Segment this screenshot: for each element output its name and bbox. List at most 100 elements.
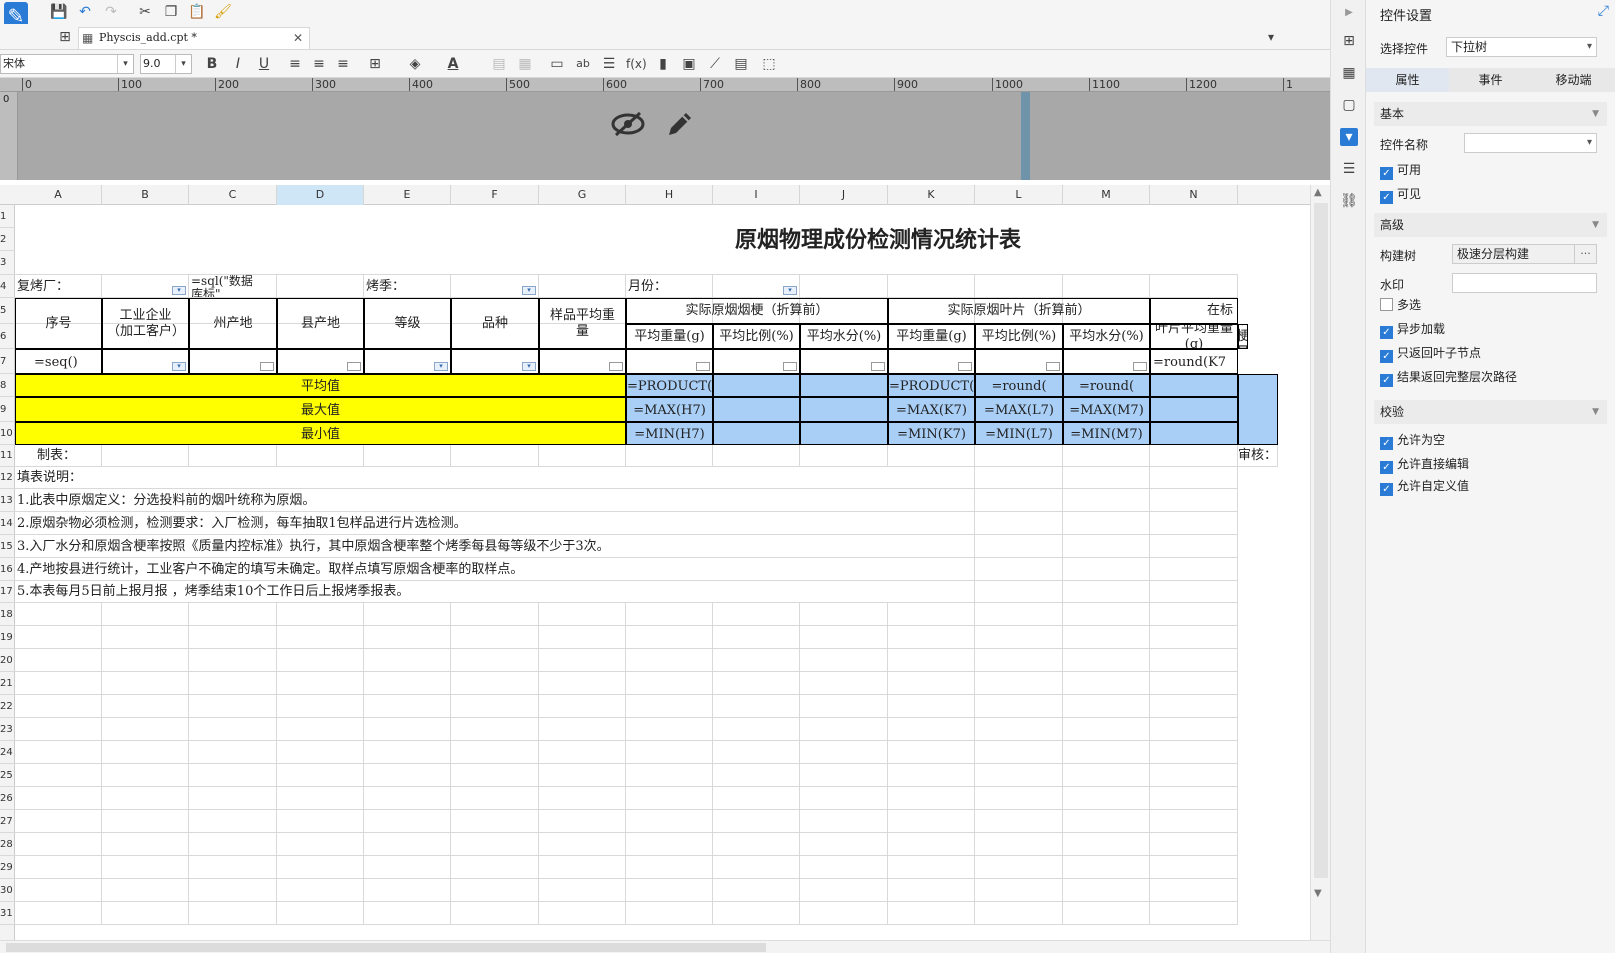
grid-cell[interactable] — [277, 718, 364, 741]
grid-cell[interactable] — [800, 603, 888, 626]
section-validation[interactable]: 校验 ▼ — [1374, 400, 1607, 424]
font-family-select[interactable]: 宋体 ▾ — [0, 54, 134, 74]
grid-cell[interactable] — [975, 833, 1063, 856]
row-header-20[interactable]: 20 — [0, 649, 15, 672]
grid-cell[interactable] — [975, 535, 1063, 558]
dropdown-icon[interactable]: ▾ — [172, 362, 186, 371]
grid-cell[interactable] — [1150, 787, 1238, 810]
grid-cell[interactable] — [102, 718, 189, 741]
grid-cell[interactable] — [15, 718, 102, 741]
align-right-icon[interactable]: ≡ — [334, 55, 352, 73]
grid-cell[interactable] — [539, 445, 626, 467]
grid-cell[interactable] — [189, 718, 277, 741]
grid-cell[interactable] — [277, 856, 364, 879]
copy-icon[interactable]: ❐ — [162, 3, 180, 21]
grid-cell[interactable] — [451, 810, 539, 833]
grid-cell[interactable] — [800, 741, 888, 764]
grid-cell[interactable] — [102, 764, 189, 787]
full-path-checkbox[interactable]: ✓ 结果返回完整层次路径 — [1380, 369, 1517, 387]
maker-label[interactable]: 制表： — [15, 445, 102, 467]
grid-cell[interactable] — [1150, 275, 1238, 298]
grid-cell[interactable] — [975, 489, 1063, 512]
grid-cell[interactable] — [626, 764, 713, 787]
grid-cell[interactable] — [189, 810, 277, 833]
grid-cell[interactable] — [888, 741, 975, 764]
grid-cell[interactable] — [364, 695, 451, 718]
async-load-checkbox[interactable]: ✓ 异步加载 — [1380, 321, 1445, 339]
grid-cell[interactable] — [451, 879, 539, 902]
grid-cell[interactable] — [626, 718, 713, 741]
row-header-24[interactable]: 24 — [0, 741, 15, 764]
grid-cell[interactable] — [1063, 649, 1150, 672]
grid-cell[interactable] — [364, 856, 451, 879]
header-seq[interactable]: 序号 — [15, 298, 102, 349]
stat-i-r9[interactable] — [713, 397, 800, 422]
grid-cell[interactable] — [800, 649, 888, 672]
stat-h-r9[interactable]: =MAX(H7) — [626, 397, 713, 422]
row-header-5[interactable]: 5 — [0, 298, 15, 324]
grid-cell[interactable] — [975, 879, 1063, 902]
grid-cell[interactable] — [189, 649, 277, 672]
grid-cell[interactable] — [975, 626, 1063, 649]
grid-cell[interactable] — [1150, 626, 1238, 649]
grid-cell[interactable] — [15, 879, 102, 902]
grid-cell[interactable] — [1063, 879, 1150, 902]
widget-name-input[interactable]: ▾ — [1464, 133, 1597, 153]
grid-cell[interactable] — [888, 649, 975, 672]
grid-cell[interactable] — [626, 833, 713, 856]
grid-cell[interactable] — [102, 445, 189, 467]
grid-cell[interactable] — [451, 902, 539, 925]
row-header-7[interactable]: 7 — [0, 349, 15, 374]
grid-cell[interactable] — [713, 879, 800, 902]
empty-widget-icon[interactable] — [958, 362, 972, 371]
dropdown-icon[interactable]: ▾ — [522, 362, 536, 371]
stat-k-r10[interactable]: =MIN(K7) — [888, 422, 975, 445]
grid-cell[interactable] — [364, 445, 451, 467]
column-header-e[interactable]: E — [364, 185, 451, 205]
header-i[interactable]: 平均比例(%) — [713, 324, 800, 349]
data-cell-r7[interactable] — [713, 349, 800, 374]
row-header-9[interactable]: 9 — [0, 397, 15, 422]
header-tail-group[interactable]: 在标 — [1150, 298, 1238, 324]
grid-cell[interactable] — [539, 275, 626, 298]
rich-text-icon[interactable]: ☰ — [600, 55, 618, 73]
multi-select-checkbox[interactable]: 多选 — [1380, 297, 1421, 313]
leaf-only-checkbox[interactable]: ✓ 只返回叶子节点 — [1380, 345, 1481, 363]
grid-cell[interactable] — [800, 833, 888, 856]
dropdown-icon[interactable]: ▾ — [783, 286, 797, 295]
grid-cell[interactable] — [451, 718, 539, 741]
grid-cell[interactable] — [102, 649, 189, 672]
grid-cell[interactable] — [888, 672, 975, 695]
grid-cell[interactable] — [800, 787, 888, 810]
grid-cell[interactable] — [364, 833, 451, 856]
grid-cell[interactable] — [975, 741, 1063, 764]
grid-cell[interactable] — [277, 672, 364, 695]
grid-cell[interactable] — [975, 512, 1063, 535]
sub-report-icon[interactable]: ▤ — [732, 55, 750, 73]
enabled-checkbox[interactable]: ✓ 可用 — [1380, 162, 1421, 180]
split-cells-icon[interactable]: ▦ — [516, 55, 534, 73]
dropdown-icon[interactable]: ▾ — [172, 286, 186, 295]
grid-cell[interactable] — [975, 787, 1063, 810]
grid-cell[interactable] — [364, 672, 451, 695]
grid-cell[interactable] — [713, 856, 800, 879]
grid-cell[interactable] — [15, 856, 102, 879]
grid-cell[interactable] — [15, 649, 102, 672]
build-tree-field[interactable]: 极速分层构建 ··· — [1452, 244, 1597, 264]
grid-cell[interactable] — [1150, 741, 1238, 764]
grid-cell[interactable] — [189, 695, 277, 718]
grid-cell[interactable] — [975, 718, 1063, 741]
dropdown-tree-icon[interactable] — [347, 362, 361, 371]
column-header-n[interactable]: N — [1150, 185, 1238, 205]
grid-cell[interactable] — [364, 902, 451, 925]
data-cell-r7[interactable] — [277, 349, 364, 374]
grid-cell[interactable] — [15, 902, 102, 925]
grid-cell[interactable] — [626, 787, 713, 810]
stat-i-r8[interactable] — [713, 374, 800, 397]
grid-cell[interactable] — [975, 603, 1063, 626]
close-icon[interactable]: ✕ — [293, 28, 303, 48]
stat-l-r8[interactable]: =round( — [975, 374, 1063, 397]
data-cell-r7[interactable] — [189, 349, 277, 374]
grid-cell[interactable] — [1063, 558, 1150, 581]
header-j[interactable]: 平均水分(%) — [800, 324, 888, 349]
